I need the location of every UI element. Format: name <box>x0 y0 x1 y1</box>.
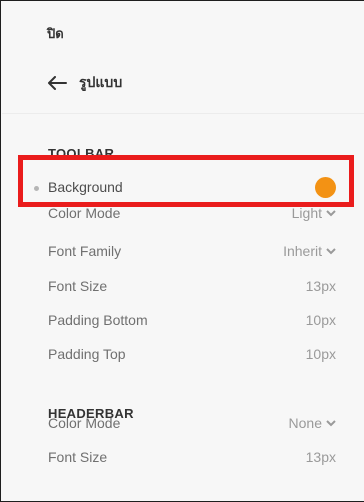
setting-value-select[interactable]: Light <box>292 205 336 221</box>
chevron-down-icon <box>326 209 336 216</box>
close-link[interactable]: ปิด <box>47 23 64 44</box>
setting-label: Padding Bottom <box>48 312 148 328</box>
setting-value[interactable]: 10px <box>306 312 336 328</box>
setting-row-background[interactable]: Background <box>48 176 336 198</box>
section-title-toolbar: TOOLBAR <box>48 146 115 161</box>
setting-row-padding-top[interactable]: Padding Top 10px <box>48 343 336 365</box>
setting-value: None <box>288 415 322 431</box>
setting-label: Font Family <box>48 243 122 259</box>
panel-title: รูปแบบ <box>79 74 123 90</box>
setting-label: Color Mode <box>48 415 121 431</box>
setting-value-select[interactable]: Inherit <box>283 243 336 259</box>
divider <box>2 113 364 114</box>
setting-value[interactable]: 10px <box>306 346 336 362</box>
setting-row-headerbar-font-size[interactable]: Font Size 13px <box>48 446 336 468</box>
setting-value[interactable]: 13px <box>306 449 336 465</box>
active-indicator-dot <box>34 186 39 191</box>
setting-row-padding-bottom[interactable]: Padding Bottom 10px <box>48 309 336 331</box>
setting-value: Light <box>291 205 322 221</box>
setting-label: Background <box>48 179 123 195</box>
back-nav[interactable]: รูปแบบ <box>47 72 122 94</box>
setting-label: Font Size <box>48 278 108 294</box>
setting-row-headerbar-color-mode[interactable]: Color Mode None <box>48 412 336 434</box>
chevron-down-icon <box>326 247 336 254</box>
color-swatch[interactable] <box>315 176 336 198</box>
setting-label: Color Mode <box>48 205 121 221</box>
settings-panel: ปิด รูปแบบ TOOLBAR Background Color Mode… <box>0 0 364 502</box>
setting-value: Inherit <box>283 243 322 259</box>
setting-value-select[interactable]: None <box>289 415 336 431</box>
setting-row-font-family[interactable]: Font Family Inherit <box>48 240 336 262</box>
setting-label: Padding Top <box>48 346 126 362</box>
arrow-left-icon[interactable] <box>47 76 67 90</box>
setting-value[interactable]: 13px <box>306 278 336 294</box>
chevron-down-icon <box>326 419 336 426</box>
setting-row-color-mode[interactable]: Color Mode Light <box>48 202 336 224</box>
setting-label: Font Size <box>48 449 108 465</box>
setting-row-font-size[interactable]: Font Size 13px <box>48 275 336 297</box>
